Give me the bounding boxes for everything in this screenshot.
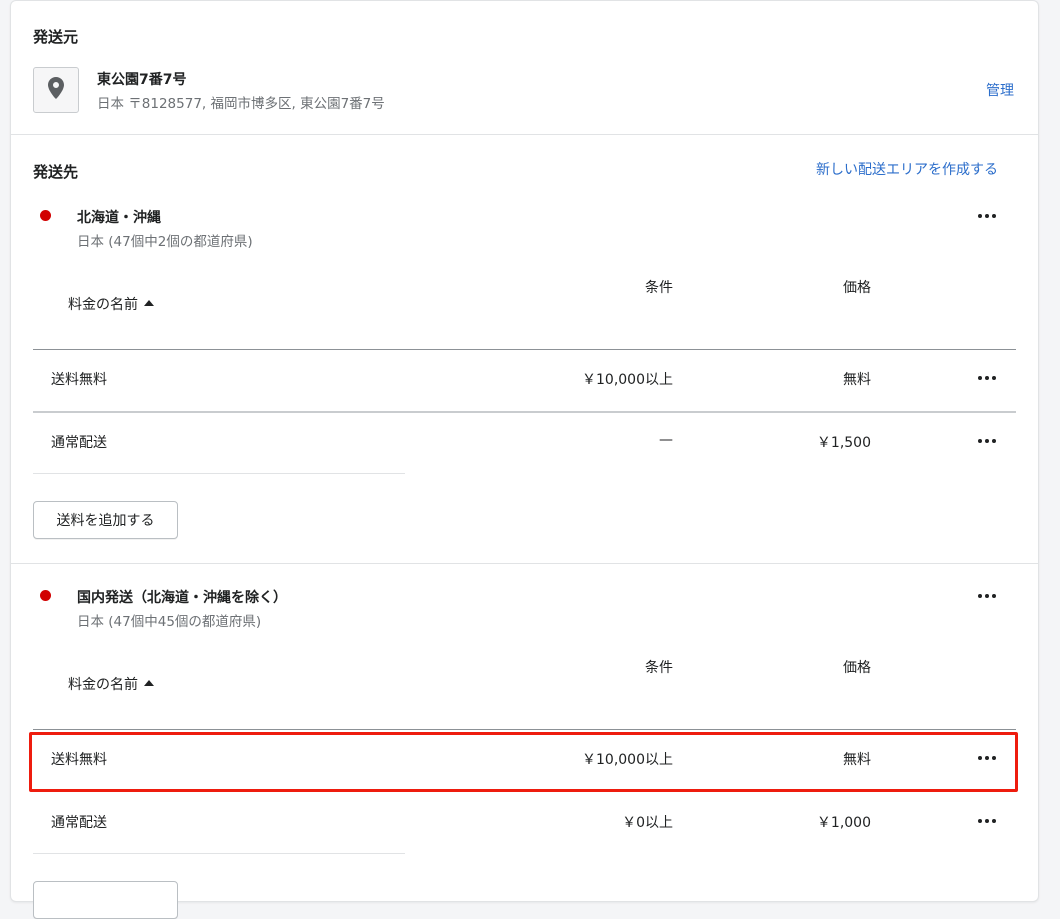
rate-name-header-label: 料金の名前 xyxy=(68,297,138,313)
condition-column-header: 条件 xyxy=(645,280,673,296)
origin-title: 発送元 xyxy=(33,28,79,46)
price-column-header: 価格 xyxy=(843,280,871,296)
rate-name-column-header[interactable]: 料金の名前 xyxy=(68,294,154,314)
section-divider xyxy=(11,134,1038,135)
sort-up-icon xyxy=(144,300,154,306)
zone-more-icon[interactable] xyxy=(975,588,999,604)
rate-price: 無料 xyxy=(843,372,871,388)
zone-subtitle: 日本 (47個中45個の都道府県) xyxy=(77,614,262,630)
zone-more-icon[interactable] xyxy=(975,208,999,224)
add-rate-button[interactable]: 送料を追加する xyxy=(33,501,178,539)
rate-name: 通常配送 xyxy=(51,435,107,451)
zone-subtitle: 日本 (47個中2個の都道府県) xyxy=(77,234,253,250)
rate-more-icon[interactable] xyxy=(975,813,999,829)
rate-name: 送料無料 xyxy=(51,752,107,768)
shipping-settings-card: 発送元 東公園7番7号 日本 〒8128577, 福岡市博多区, 東公園7番7号… xyxy=(10,0,1039,919)
zone-divider xyxy=(11,563,1038,564)
rate-price: 無料 xyxy=(843,752,871,768)
zone-name: 北海道・沖縄 xyxy=(77,210,161,226)
condition-column-header: 条件 xyxy=(645,660,673,676)
zone-status-dot xyxy=(40,590,51,601)
rate-more-icon[interactable] xyxy=(975,750,999,766)
location-icon-box xyxy=(33,67,79,113)
row-divider xyxy=(33,411,1016,413)
rate-name: 送料無料 xyxy=(51,372,107,388)
origin-location-name: 東公園7番7号 xyxy=(97,72,187,88)
row-divider xyxy=(33,473,405,474)
table-header-divider xyxy=(33,349,1016,350)
rate-more-icon[interactable] xyxy=(975,370,999,386)
rate-condition: — xyxy=(659,432,673,448)
rate-condition: ￥0以上 xyxy=(622,815,673,831)
price-column-header: 価格 xyxy=(843,660,871,676)
add-rate-button[interactable] xyxy=(33,881,178,919)
sort-up-icon xyxy=(144,680,154,686)
rate-condition: ￥10,000以上 xyxy=(582,752,673,768)
manage-link[interactable]: 管理 xyxy=(986,80,1014,100)
row-divider xyxy=(33,853,405,854)
rate-name: 通常配送 xyxy=(51,815,107,831)
rate-name-header-label: 料金の名前 xyxy=(68,677,138,693)
table-header-divider xyxy=(33,729,1016,730)
location-pin-icon xyxy=(47,77,65,103)
rate-condition: ￥10,000以上 xyxy=(582,372,673,388)
rate-more-icon[interactable] xyxy=(975,433,999,449)
row-divider xyxy=(33,791,1016,792)
create-zone-link[interactable]: 新しい配送エリアを作成する xyxy=(816,159,998,179)
rate-price: ￥1,500 xyxy=(816,435,871,451)
zone-name: 国内発送（北海道・沖縄を除く） xyxy=(77,590,287,606)
rate-name-column-header[interactable]: 料金の名前 xyxy=(68,674,154,694)
destinations-title: 発送先 xyxy=(33,163,79,181)
origin-address: 日本 〒8128577, 福岡市博多区, 東公園7番7号 xyxy=(97,96,385,112)
zone-status-dot xyxy=(40,210,51,221)
rate-price: ￥1,000 xyxy=(816,815,871,831)
